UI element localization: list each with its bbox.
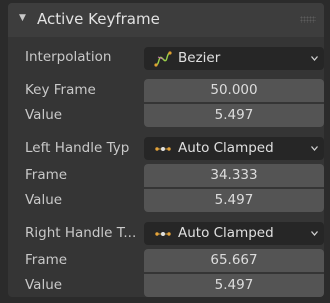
panel-title: Active Keyframe — [37, 10, 160, 28]
left-handle-type-dropdown[interactable]: Auto Clamped — [144, 137, 324, 160]
panel-header[interactable]: ▼ Active Keyframe — [8, 3, 324, 37]
key-frame-field[interactable]: 50.000 — [144, 79, 324, 102]
auto-clamped-handle-icon — [155, 147, 171, 151]
right-handle-frame-field[interactable]: 65.667 — [144, 249, 324, 272]
auto-clamped-handle-icon — [155, 232, 171, 236]
left-handle-frame-field[interactable]: 34.333 — [144, 164, 324, 187]
active-keyframe-panel: ▼ Active Keyframe Interpolation Bezier K… — [8, 3, 324, 297]
drag-grip-icon[interactable] — [300, 16, 316, 23]
right-handle-type-value: Auto Clamped — [178, 225, 274, 241]
chevron-down-icon — [311, 146, 318, 151]
right-handle-value-field[interactable]: 5.497 — [144, 274, 324, 297]
right-handle-frame-label: Frame — [25, 252, 68, 268]
interpolation-dropdown[interactable]: Bezier — [144, 47, 324, 70]
right-handle-type-label: Right Handle T... — [25, 225, 137, 241]
left-handle-value-field[interactable]: 5.497 — [144, 189, 324, 212]
chevron-down-icon — [311, 56, 318, 61]
left-handle-frame-label: Frame — [25, 167, 68, 183]
key-frame-label: Key Frame — [25, 82, 96, 98]
left-handle-value-label: Value — [25, 192, 63, 208]
interpolation-value: Bezier — [178, 50, 221, 66]
right-handle-value-label: Value — [25, 277, 63, 293]
chevron-down-icon — [311, 231, 318, 236]
interpolation-label: Interpolation — [25, 49, 112, 65]
collapse-chevron-icon[interactable]: ▼ — [19, 13, 26, 23]
left-handle-type-value: Auto Clamped — [178, 140, 274, 156]
left-handle-type-label: Left Handle Typ — [25, 140, 130, 156]
value-label: Value — [25, 107, 63, 123]
right-handle-type-dropdown[interactable]: Auto Clamped — [144, 222, 324, 245]
value-field[interactable]: 5.497 — [144, 104, 324, 127]
bezier-curve-icon — [154, 51, 172, 67]
